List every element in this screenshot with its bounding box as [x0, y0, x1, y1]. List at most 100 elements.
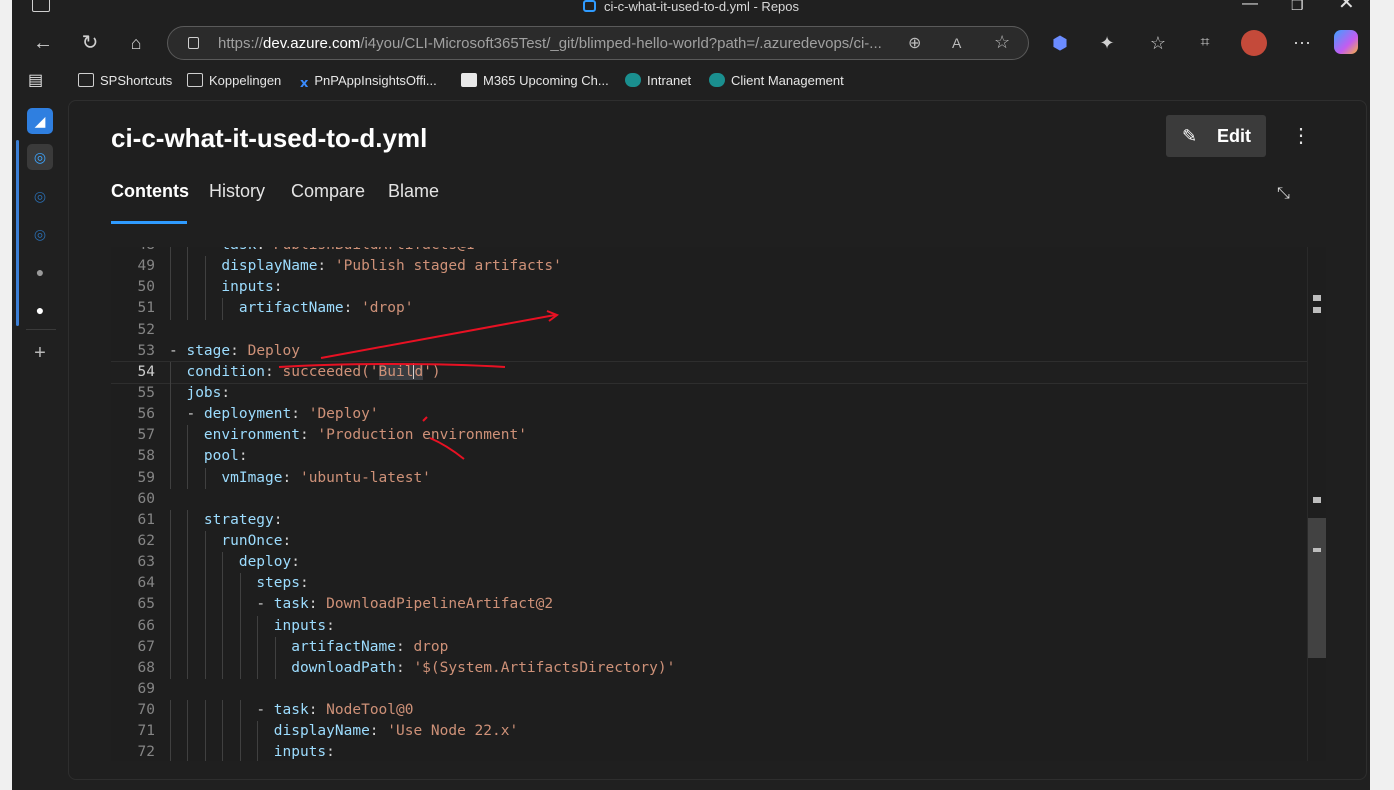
- tab-blame[interactable]: Blame: [388, 181, 439, 202]
- code-line[interactable]: 68 downloadPath: '$(System.ArtifactsDire…: [111, 657, 1307, 679]
- favorite-star-icon[interactable]: ☆: [994, 32, 1010, 53]
- code-line[interactable]: 72 inputs:: [111, 742, 1307, 761]
- close-icon[interactable]: ✕: [1338, 0, 1355, 13]
- azure-repos-favicon-icon: [582, 0, 596, 12]
- code-line[interactable]: 56 - deployment: 'Deploy': [111, 404, 1307, 426]
- code-line[interactable]: 63 deploy:: [111, 552, 1307, 574]
- line-number: 60: [137, 490, 155, 507]
- refresh-icon[interactable]: ↻: [77, 30, 103, 56]
- code-line[interactable]: 69: [111, 679, 1307, 700]
- code-line[interactable]: 58 pool:: [111, 446, 1307, 468]
- line-number: 48: [111, 247, 155, 256]
- azure-boards-icon[interactable]: ◢: [27, 108, 53, 134]
- favorite-m365-upcoming[interactable]: M365 Upcoming Ch...: [461, 73, 609, 88]
- github-icon[interactable]: ●: [27, 259, 53, 285]
- more-menu-icon[interactable]: ⋯: [1289, 30, 1315, 56]
- code-line[interactable]: 64 steps:: [111, 573, 1307, 595]
- code-editor[interactable]: 48 - task: PublishBuildArtifacts@149 dis…: [111, 247, 1326, 761]
- code-line[interactable]: 65 - task: DownloadPipelineArtifact@2: [111, 594, 1307, 616]
- code-line[interactable]: 60: [111, 489, 1307, 510]
- edit-button[interactable]: ✎ Edit: [1166, 115, 1266, 157]
- restore-icon[interactable]: ❐: [1291, 0, 1304, 12]
- lock-icon[interactable]: [188, 37, 199, 49]
- favorite-label: PnPAppInsightsOffi...: [314, 73, 437, 88]
- add-icon[interactable]: +: [27, 340, 53, 366]
- code-line[interactable]: 70 - task: NodeTool@0: [111, 700, 1307, 722]
- line-number: 61: [137, 511, 155, 528]
- collapse-fullscreen-icon[interactable]: ⤡: [1277, 185, 1290, 203]
- favorite-pnpappinsights[interactable]: 𝘅 PnPAppInsightsOffi...: [300, 73, 437, 90]
- url-domain: dev.azure.com: [263, 35, 361, 52]
- code-line[interactable]: 48 - task: PublishBuildArtifacts@1: [111, 247, 1307, 257]
- copilot-icon[interactable]: [1334, 30, 1358, 54]
- line-text: - task: PublishBuildArtifacts@1: [169, 247, 475, 256]
- vertical-scrollbar[interactable]: [1307, 247, 1326, 761]
- favorite-intranet[interactable]: Intranet: [625, 73, 691, 88]
- browser-window: ci-c-what-it-used-to-d.yml - Repos — ❐ ✕…: [12, 0, 1370, 790]
- favorite-label: Client Management: [731, 73, 844, 88]
- favorite-koppelingen[interactable]: Koppelingen: [187, 73, 281, 88]
- line-number: 55: [137, 384, 155, 401]
- more-actions-icon[interactable]: ⋮: [1291, 123, 1311, 149]
- line-text: vmImage: 'ubuntu-latest': [221, 469, 431, 486]
- zoom-icon[interactable]: ⊕: [908, 33, 921, 53]
- code-line[interactable]: 52: [111, 320, 1307, 341]
- pnp-icon: 𝘅: [300, 75, 309, 90]
- code-line[interactable]: 66 inputs:: [111, 615, 1307, 637]
- azure-pipelines-icon[interactable]: ◎: [27, 183, 53, 209]
- azure-artifacts-icon[interactable]: ◎: [27, 221, 53, 247]
- favorites-bar: ▤ SPShortcuts Koppelingen 𝘅 PnPAppInsight…: [12, 68, 1370, 96]
- back-icon[interactable]: ←: [30, 30, 56, 56]
- code-line[interactable]: 50 inputs:: [111, 277, 1307, 299]
- tab-contents[interactable]: Contents: [111, 181, 189, 202]
- tab-history[interactable]: History: [209, 181, 265, 202]
- scrollbar-marker: [1313, 295, 1321, 301]
- azure-repos-icon[interactable]: ◎: [27, 144, 53, 170]
- address-bar[interactable]: https://dev.azure.com/i4you/CLI-Microsof…: [167, 26, 1029, 60]
- home-icon[interactable]: ⌂: [123, 30, 149, 56]
- code-line[interactable]: 62 runOnce:: [111, 530, 1307, 553]
- favorites-icon[interactable]: ☆: [1145, 30, 1171, 56]
- profile-avatar[interactable]: [1241, 30, 1267, 56]
- code-line[interactable]: 67 artifactName: drop: [111, 636, 1307, 658]
- line-number: 63: [137, 554, 155, 571]
- line-text: deploy:: [238, 554, 300, 571]
- code-line[interactable]: 54 condition: succeeded('Build'): [111, 360, 1308, 384]
- scrollbar-thumb[interactable]: [1308, 518, 1326, 658]
- tab-compare[interactable]: Compare: [291, 181, 365, 202]
- tab-actions-icon[interactable]: ▤: [28, 70, 43, 90]
- code-line[interactable]: 49 displayName: 'Publish staged artifact…: [111, 256, 1307, 278]
- extensions-icon[interactable]: ✦: [1094, 30, 1120, 56]
- scrollbar-marker: [1313, 548, 1321, 552]
- favorite-label: M365 Upcoming Ch...: [483, 73, 609, 88]
- code-line[interactable]: 53 - stage: Deploy: [111, 341, 1307, 362]
- line-number: 56: [137, 406, 155, 423]
- code-lines: 48 - task: PublishBuildArtifacts@149 dis…: [111, 247, 1308, 761]
- line-text: displayName: 'Use Node 22.x': [273, 723, 519, 740]
- extension-shield-icon[interactable]: ⬢: [1047, 30, 1073, 56]
- code-line[interactable]: 51 artifactName: 'drop': [111, 298, 1307, 320]
- line-text: - task: DownloadPipelineArtifact@2: [256, 596, 554, 613]
- favorite-spshortcuts[interactable]: SPShortcuts: [78, 73, 172, 88]
- sharepoint-icon: [625, 73, 641, 87]
- code-line[interactable]: 57 environment: 'Production environment': [111, 425, 1307, 447]
- favorite-client-management[interactable]: Client Management: [709, 73, 844, 88]
- code-line[interactable]: 55 jobs:: [111, 382, 1307, 405]
- minimize-icon[interactable]: —: [1242, 0, 1258, 12]
- screenshot-icon[interactable]: ⌗: [1192, 30, 1218, 56]
- file-viewer-panel: ci-c-what-it-used-to-d.yml ✎ Edit ⋮ Cont…: [68, 100, 1367, 780]
- line-text: - stage: Deploy: [169, 342, 300, 359]
- code-line[interactable]: 71 displayName: 'Use Node 22.x': [111, 721, 1307, 743]
- line-text: runOnce:: [221, 532, 292, 549]
- line-number: 65: [137, 596, 155, 613]
- url-text[interactable]: https://dev.azure.com/i4you/CLI-Microsof…: [218, 35, 882, 52]
- read-aloud-icon[interactable]: A: [952, 35, 961, 51]
- sidebar-divider: [26, 329, 56, 330]
- github-active-icon[interactable]: ●: [27, 297, 53, 323]
- folder-icon: [78, 73, 94, 87]
- code-line[interactable]: 61 strategy:: [111, 509, 1307, 531]
- code-line[interactable]: 59 vmImage: 'ubuntu-latest': [111, 467, 1307, 489]
- line-number: 62: [137, 532, 155, 549]
- window-title: ci-c-what-it-used-to-d.yml - Repos: [12, 0, 1370, 14]
- line-text: jobs:: [186, 384, 231, 401]
